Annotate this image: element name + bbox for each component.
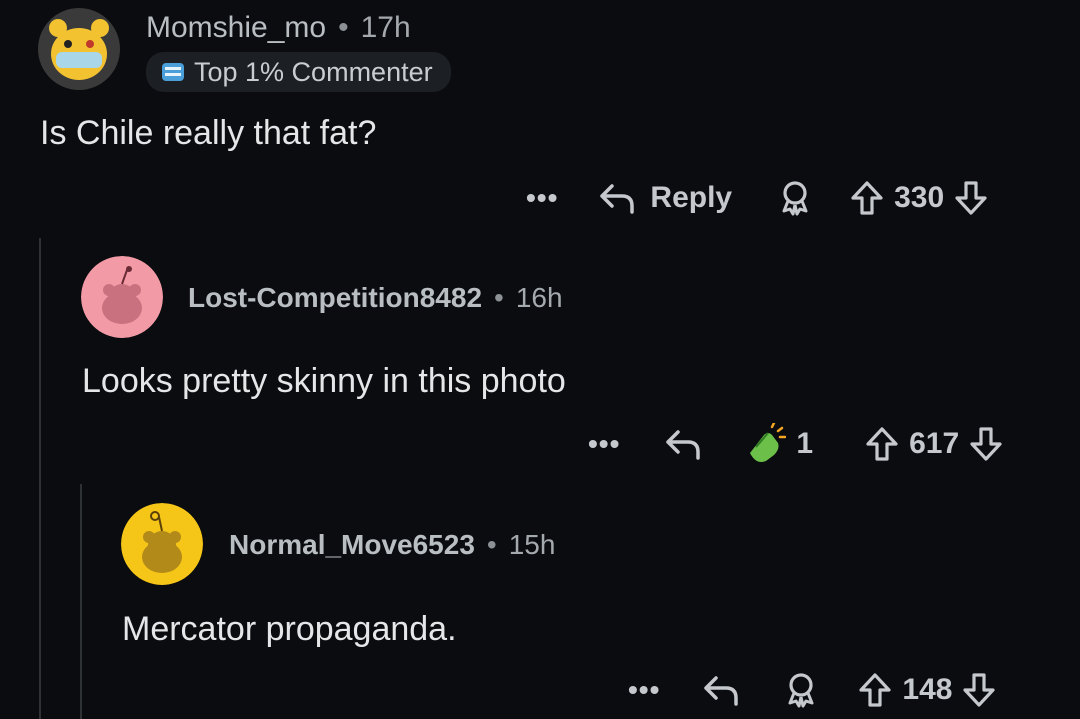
timestamp: 15h — [508, 529, 556, 560]
reply-arrow-icon — [664, 428, 702, 460]
comment-body: Looks pretty skinny in this photo — [82, 362, 566, 400]
comment-actions: ••• 148 — [628, 668, 996, 712]
thread-line-2[interactable] — [80, 484, 82, 719]
reply-button[interactable] — [664, 428, 702, 460]
award-count: 1 — [796, 427, 814, 460]
more-dots-icon[interactable]: ••• — [628, 674, 660, 706]
separator-dot: • — [338, 11, 349, 44]
clapping-hands-award-icon — [742, 423, 787, 465]
upvote-icon — [858, 672, 892, 708]
comment-meta: Momshie_mo • 17h — [146, 8, 411, 48]
comment-actions: ••• 1 617 — [588, 422, 1003, 466]
downvote-icon — [954, 180, 988, 216]
top-commenter-badge-icon — [160, 61, 186, 83]
reply-button[interactable] — [702, 674, 740, 706]
separator-dot: • — [486, 529, 497, 560]
upvote-button[interactable] — [865, 426, 899, 462]
username[interactable]: Normal_Move6523 — [229, 529, 475, 561]
separator-dot: • — [494, 282, 504, 313]
comment-meta: Normal_Move6523 • 15h — [229, 525, 555, 565]
vote-score: 148 — [902, 673, 953, 706]
more-dots-icon[interactable]: ••• — [526, 182, 558, 214]
reply-arrow-icon — [598, 182, 636, 214]
upvote-button[interactable] — [850, 180, 884, 216]
thread-line-1[interactable] — [39, 238, 41, 719]
reply-button[interactable]: Reply — [598, 181, 732, 215]
avatar[interactable] — [38, 8, 120, 90]
top-commenter-badge[interactable]: Top 1% Commenter — [146, 52, 451, 92]
downvote-icon — [962, 672, 996, 708]
downvote-button[interactable] — [969, 426, 1003, 462]
award-button[interactable] — [782, 671, 820, 709]
upvote-icon — [865, 426, 899, 462]
downvote-button[interactable] — [962, 672, 996, 708]
timestamp: 16h — [515, 282, 563, 313]
award-button[interactable]: 1 — [742, 423, 813, 465]
downvote-icon — [969, 426, 1003, 462]
award-icon — [782, 671, 820, 709]
badge-label: Top 1% Commenter — [194, 56, 433, 87]
more-dots-icon[interactable]: ••• — [588, 428, 620, 460]
comment-meta: Lost-Competition8482 • 16h — [188, 278, 563, 318]
vote-score: 330 — [894, 181, 945, 214]
timestamp: 17h — [360, 11, 411, 44]
upvote-button[interactable] — [858, 672, 892, 708]
award-button[interactable] — [776, 179, 814, 217]
reply-label: Reply — [650, 181, 733, 214]
upvote-icon — [850, 180, 884, 216]
award-icon — [776, 179, 814, 217]
reply-arrow-icon — [702, 674, 740, 706]
avatar[interactable] — [81, 256, 163, 338]
username[interactable]: Momshie_mo — [146, 11, 326, 45]
comment-body: Is Chile really that fat? — [40, 114, 377, 152]
comment-body: Mercator propaganda. — [122, 610, 457, 648]
comment-actions: ••• Reply 330 — [526, 176, 988, 220]
vote-score: 617 — [909, 427, 960, 460]
username[interactable]: Lost-Competition8482 — [188, 282, 482, 314]
downvote-button[interactable] — [954, 180, 988, 216]
avatar[interactable] — [121, 503, 203, 585]
